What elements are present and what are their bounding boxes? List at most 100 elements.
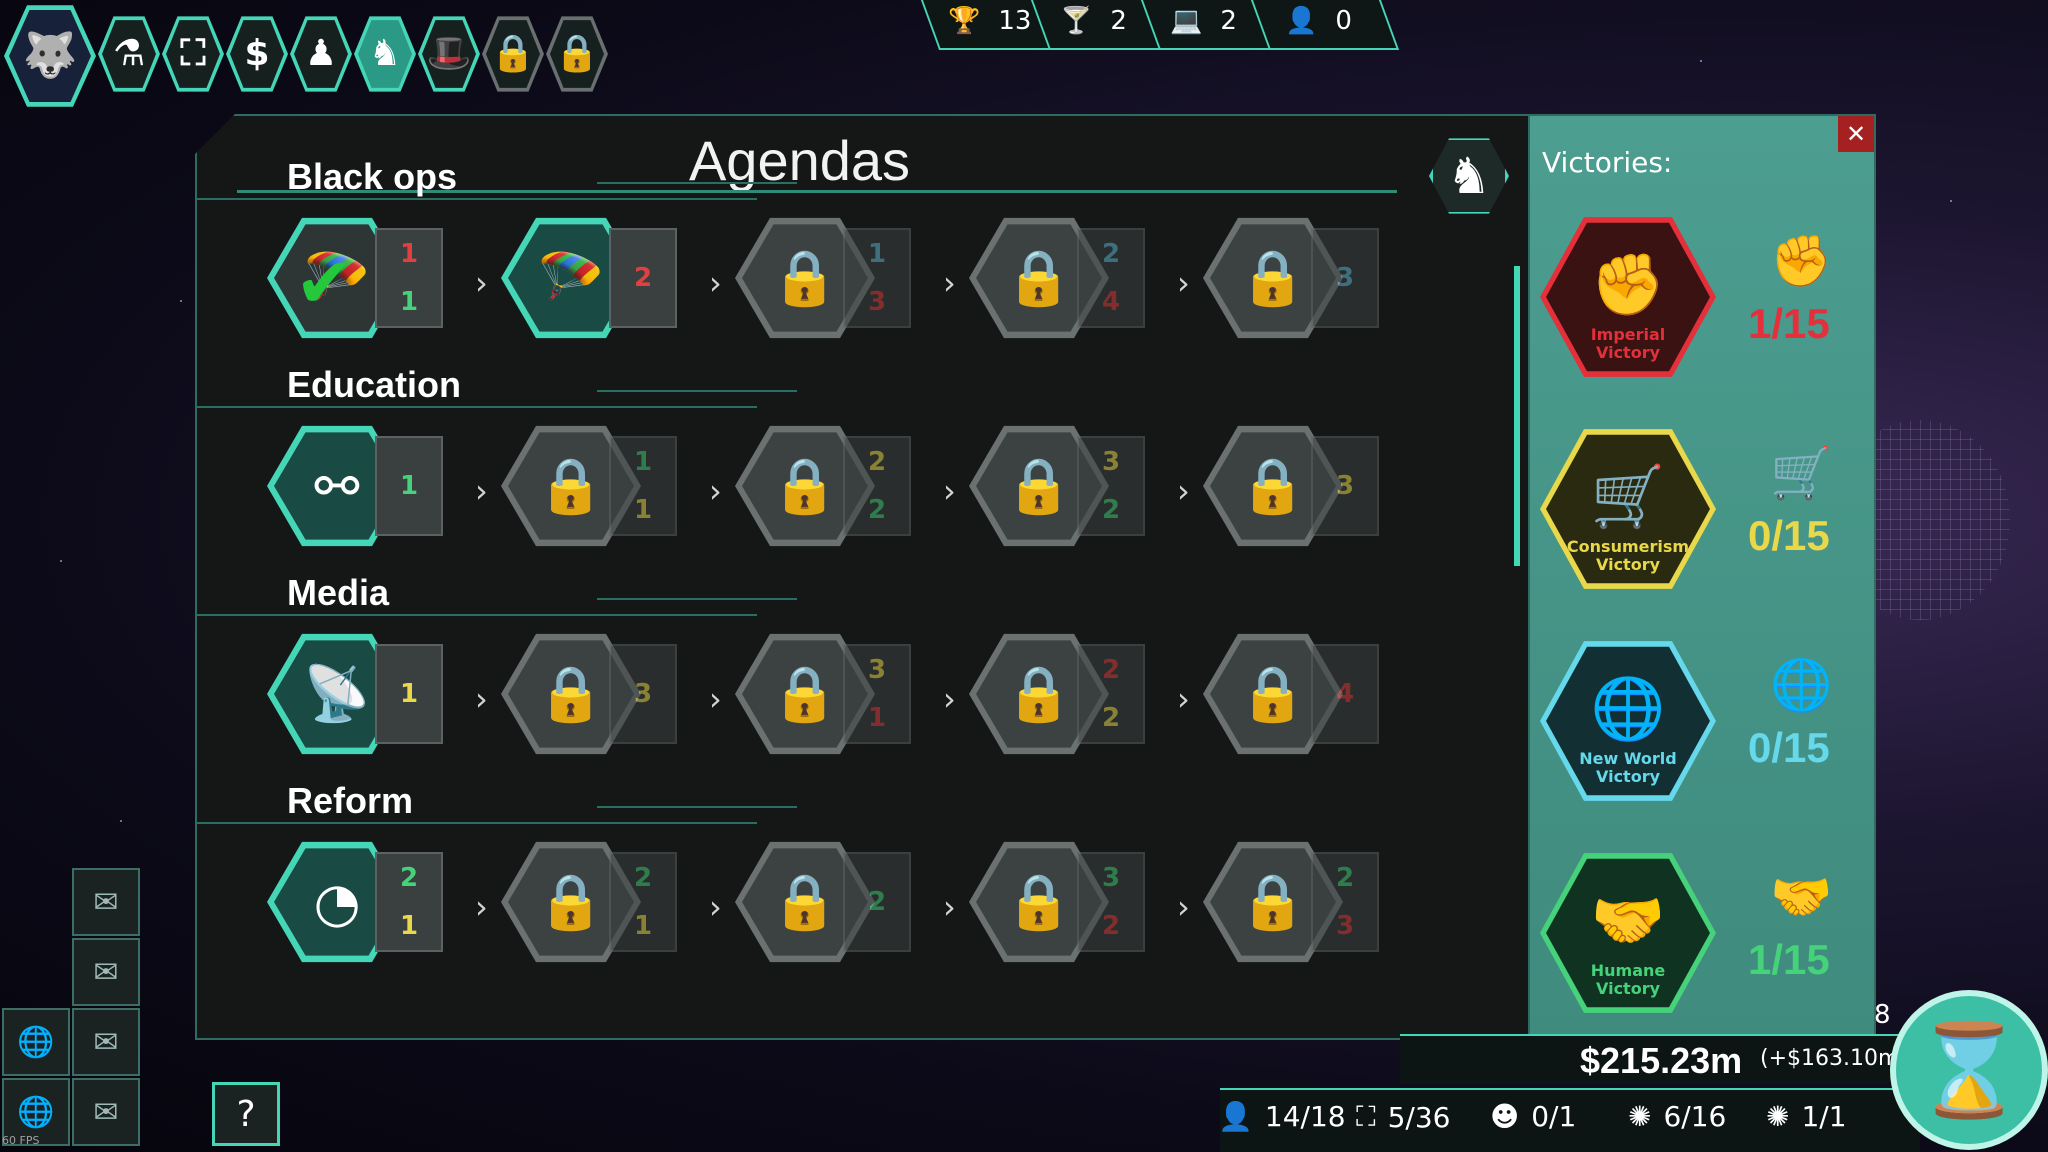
knight-icon: ♞ — [1446, 147, 1492, 205]
agenda-node-open[interactable]: 🪂 2 — [501, 214, 701, 344]
agenda-node-locked[interactable]: 🔒 1 3 — [735, 214, 935, 344]
mail-button[interactable]: ✉ — [72, 1008, 140, 1076]
end-turn-button[interactable]: ⌛ — [1890, 990, 2048, 1150]
requirement-box: 2 — [609, 228, 677, 328]
network-button[interactable]: ⛶ — [162, 16, 224, 92]
agenda-node-locked[interactable]: 🔒 2 1 — [501, 838, 701, 968]
handshake-requirement: 2 — [867, 495, 887, 525]
section-title: Reform — [287, 780, 414, 821]
victory-row[interactable]: 🌐 New World Victory 🌐 0/15 — [1540, 636, 1870, 826]
agenda-node-open[interactable]: 📡 1 — [267, 630, 467, 760]
agenda-node-locked[interactable]: 🔒 2 2 — [735, 422, 935, 552]
population-icon: ♟ — [304, 33, 338, 74]
mail-button[interactable]: ✉ — [72, 1078, 140, 1146]
fist-requirement: 4 — [1101, 287, 1121, 317]
money-delta: (+$163.10m) — [1760, 1046, 1909, 1071]
population-button[interactable]: ♟ — [290, 16, 352, 92]
puppet-requirement: 1 — [399, 911, 419, 941]
mail-button[interactable]: ✉ — [72, 868, 140, 936]
chevron-right-icon: › — [709, 888, 722, 926]
victories-title: Victories: — [1542, 146, 1673, 179]
agenda-node-locked[interactable]: 🔒 3 — [501, 630, 701, 760]
star — [1700, 60, 1702, 62]
laptop-icon: 💻 — [1170, 6, 1203, 36]
victory-label: Humane — [1590, 961, 1666, 980]
stat-value: 1/1 — [1801, 1100, 1847, 1133]
agenda-node-locked[interactable]: 🔒 1 1 — [501, 422, 701, 552]
star — [1950, 200, 1952, 202]
locked-nav-button[interactable]: 🔒 — [546, 16, 608, 92]
agenda-node-open[interactable]: ⚯ 1 — [267, 422, 467, 552]
research-button[interactable]: ⚗ — [98, 16, 160, 92]
brain-plus-icon: ✺ — [1766, 1100, 1790, 1133]
agenda-info-button[interactable]: ♞ — [1429, 138, 1509, 214]
agenda-node-locked[interactable]: 🔒 2 2 — [969, 630, 1169, 760]
mail-button[interactable]: ✉ — [72, 938, 140, 1006]
agenda-node-locked[interactable]: 🔒 2 4 — [969, 214, 1169, 344]
chevron-right-icon: › — [1177, 472, 1190, 510]
globe-person-requirement: 1 — [867, 239, 887, 269]
handshake-requirement: 2 — [633, 863, 653, 893]
victory-score: 1/15 — [1748, 300, 1830, 347]
agenda-node-locked[interactable]: 🔒 3 2 — [969, 838, 1169, 968]
flask-icon: ⚗ — [112, 33, 146, 74]
chevron-right-icon: › — [475, 680, 488, 718]
victory-row[interactable]: 🛒 Consumerism Victory 🛒 0/15 — [1540, 424, 1870, 614]
faction-wolf-button[interactable]: 🐺 — [4, 5, 96, 107]
cocktail-icon: 🍸 — [1060, 6, 1093, 36]
circuit-line — [197, 822, 757, 824]
requirement-box: 24 — [1077, 228, 1145, 328]
scrollbar-thumb[interactable] — [1514, 266, 1520, 566]
finance-button[interactable]: $ — [226, 16, 288, 92]
agent-icon: 👤 — [1285, 6, 1318, 36]
envelope-icon: ✉ — [93, 884, 119, 920]
chevron-right-icon: › — [475, 472, 488, 510]
handshake-requirement: 2 — [399, 863, 419, 893]
agenda-node-locked[interactable]: 🔒 3 2 — [969, 422, 1169, 552]
agenda-node-open[interactable]: ◔ 2 1 — [267, 838, 467, 968]
agenda-node-locked[interactable]: 🔒 3 — [1203, 214, 1403, 344]
locked-nav-button[interactable]: 🔒 — [482, 16, 544, 92]
globe-button[interactable]: 🌐 — [2, 1008, 70, 1076]
agenda-node-done[interactable]: 🪂 ✔ 1 1 — [267, 214, 467, 344]
victory-score: 0/15 — [1748, 512, 1830, 559]
agenda-node-locked[interactable]: 🔒 3 — [1203, 422, 1403, 552]
footer-stat[interactable]: ✺ 6/16 — [1628, 1100, 1726, 1133]
fist-requirement: 3 — [867, 287, 887, 317]
star — [120, 820, 122, 822]
spy-button[interactable]: 🎩 — [418, 16, 480, 92]
question-icon: ? — [236, 1093, 256, 1135]
footer-stat[interactable]: ⛶ 5/36 — [1356, 1100, 1451, 1134]
agenda-node-locked[interactable]: 🔒 2 — [735, 838, 935, 968]
victory-label: Victory — [1595, 555, 1661, 574]
chevron-right-icon: › — [943, 264, 956, 302]
chevron-right-icon: › — [1177, 264, 1190, 302]
chevron-right-icon: › — [475, 264, 488, 302]
globe-person-requirement: 3 — [1335, 263, 1355, 293]
puppet-requirement: 3 — [1335, 471, 1355, 501]
footer-stat[interactable]: ✺ 1/1 — [1766, 1100, 1847, 1133]
victory-badge: ✊ Imperial Victory — [1540, 217, 1716, 377]
top-nav: 🐺 ⚗ ⛶ $ ♟ ♞ 🎩 🔒 🔒 — [0, 0, 620, 110]
fist-laurel-icon: ✊ — [1590, 250, 1666, 320]
footer-stat[interactable]: ☻ 0/1 — [1490, 1100, 1576, 1133]
agenda-section: Black ops 🪂 ✔ 1 1 › 🪂 2 › 🔒 1 3 › 🔒 2 4 › 🔒 3 — [197, 156, 1417, 361]
agenda-section: Media 📡 1 › 🔒 3 › 🔒 3 1 › 🔒 2 2 › 🔒 4 — [197, 572, 1417, 777]
agenda-node-locked[interactable]: 🔒 2 3 — [1203, 838, 1403, 968]
agenda-node-locked[interactable]: 🔒 3 1 — [735, 630, 935, 760]
footer-stat[interactable]: 👤 14/18 — [1218, 1100, 1346, 1133]
chevron-right-icon: › — [1177, 888, 1190, 926]
envelope-icon: ✉ — [93, 954, 119, 990]
victory-row[interactable]: 🤝 Humane Victory 🤝 1/15 — [1540, 848, 1870, 1038]
chevron-right-icon: › — [475, 888, 488, 926]
agendas-button[interactable]: ♞ — [354, 16, 416, 92]
handshake-requirement: 1 — [399, 471, 419, 501]
close-button[interactable]: ✕ — [1838, 116, 1874, 152]
money-value: $215.23m — [1580, 1040, 1743, 1081]
help-button[interactable]: ? — [212, 1082, 280, 1146]
victory-row[interactable]: ✊ Imperial Victory ✊ 1/15 — [1540, 212, 1870, 402]
agenda-node-locked[interactable]: 🔒 4 — [1203, 630, 1403, 760]
stat-value: 6/16 — [1663, 1100, 1727, 1133]
trophy-icon: 🏆 — [948, 6, 981, 36]
wolf-icon: 🐺 — [22, 30, 78, 81]
